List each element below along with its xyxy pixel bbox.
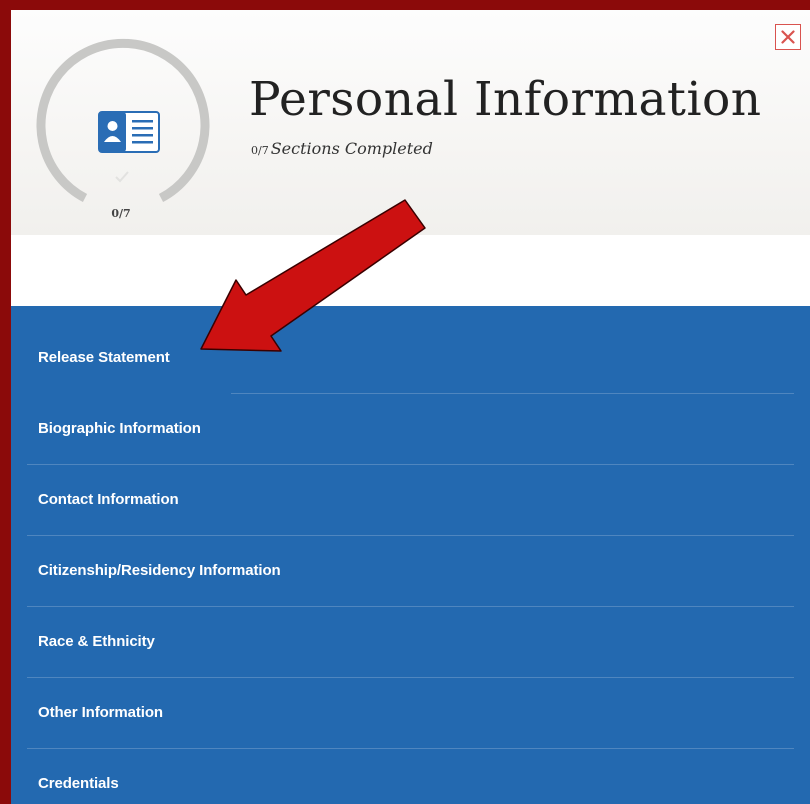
page-title: Personal Information: [249, 72, 762, 127]
menu-item-label: Race & Ethnicity: [38, 633, 155, 650]
sections-completed-fraction: 0/7: [251, 144, 269, 157]
sections-completed-text: Sections Completed: [270, 139, 433, 158]
section-menu: Release Statement Biographic Information…: [11, 306, 810, 804]
menu-item-label: Release Statement: [38, 349, 170, 366]
menu-item-race-ethnicity[interactable]: Race & Ethnicity: [11, 606, 810, 677]
menu-item-credentials[interactable]: Credentials: [11, 748, 810, 804]
menu-item-label: Contact Information: [38, 491, 179, 508]
menu-item-contact-information[interactable]: Contact Information: [11, 464, 810, 535]
menu-item-label: Other Information: [38, 704, 163, 721]
menu-item-label: Credentials: [38, 775, 119, 792]
progress-ring-label: 0/7: [111, 207, 131, 220]
menu-item-citizenship-residency-information[interactable]: Citizenship/Residency Information: [11, 535, 810, 606]
menu-item-biographic-information[interactable]: Biographic Information: [11, 393, 810, 464]
personal-information-panel: 0/7 Personal Information 0/7 Sections Com…: [11, 10, 810, 804]
section-header: 0/7 Personal Information 0/7 Sections Com…: [11, 10, 810, 235]
menu-item-label: Citizenship/Residency Information: [38, 562, 281, 579]
faint-check-icon: [115, 171, 129, 183]
id-card-icon: [98, 111, 160, 153]
close-button[interactable]: [775, 24, 801, 50]
menu-item-release-statement[interactable]: Release Statement: [11, 322, 810, 393]
progress-ring: [36, 38, 210, 202]
close-icon: [781, 30, 795, 44]
menu-item-label: Biographic Information: [38, 420, 201, 437]
menu-item-other-information[interactable]: Other Information: [11, 677, 810, 748]
sections-completed-status: 0/7 Sections Completed: [251, 139, 433, 158]
